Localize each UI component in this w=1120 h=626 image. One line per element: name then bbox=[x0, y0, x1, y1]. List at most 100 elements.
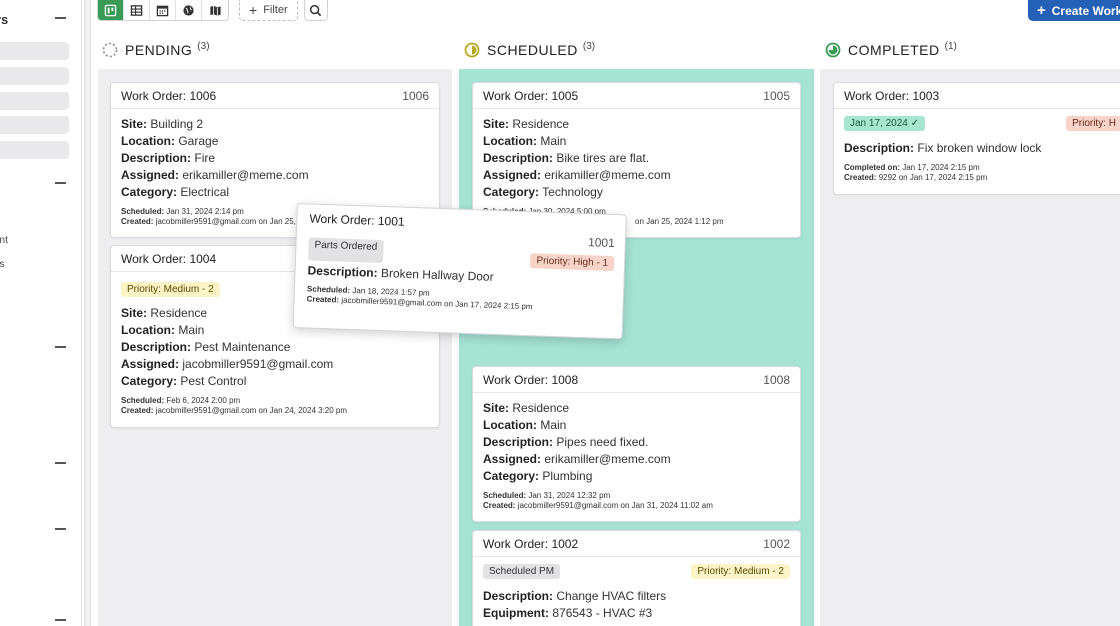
card-header: Work Order: 1003 bbox=[834, 83, 1120, 109]
priority-badge: Priority: High - 1 bbox=[530, 253, 615, 272]
description-field: Description: Fire bbox=[121, 151, 216, 165]
column-title: SCHEDULED bbox=[487, 42, 578, 58]
board-view-button[interactable] bbox=[98, 0, 124, 20]
description-field: Description: Pest Maintenance bbox=[121, 340, 291, 354]
work-order-title: Work Order: 1008 bbox=[483, 372, 579, 387]
plus-icon: + bbox=[1037, 2, 1046, 19]
created-meta: Created: jacobmiller9591@gmail.com on Ja… bbox=[483, 501, 713, 510]
site-field: Site: Residence bbox=[483, 117, 570, 131]
sidebar-filter-pill[interactable] bbox=[0, 67, 69, 85]
scheduled-meta: Scheduled: Jan 31, 2024 12:32 pm bbox=[483, 491, 611, 500]
column-count: (1) bbox=[944, 40, 957, 52]
sidebar-filter-pill[interactable] bbox=[0, 141, 69, 159]
assigned-field: Assigned: erikamiller@meme.com bbox=[121, 168, 309, 182]
create-work-order-button[interactable]: + Create Work bbox=[1028, 0, 1120, 21]
sidebar-option[interactable]: es bbox=[0, 259, 5, 270]
work-order-id: 1008 bbox=[763, 372, 790, 387]
filter-button[interactable]: + Filter bbox=[239, 0, 298, 21]
completed-meta: Completed on: Jan 17, 2024 2:15 pm bbox=[844, 163, 980, 172]
completed-date-badge: Jan 17, 2024 ✓ bbox=[844, 116, 925, 131]
work-order-id: 1002 bbox=[763, 536, 790, 551]
work-order-id: 1005 bbox=[763, 88, 790, 103]
board-view-icon bbox=[104, 4, 117, 17]
site-field: Site: Residence bbox=[483, 401, 570, 415]
description-field: Description: Change HVAC filters bbox=[483, 589, 667, 603]
priority-badge: Priority: Medium - 2 bbox=[121, 282, 220, 297]
card-header: Work Order: 1002 1002 bbox=[473, 531, 800, 557]
column-count: (3) bbox=[582, 40, 596, 52]
dragged-work-order-card[interactable]: Work Order: 1001 1001 Parts Ordered Prio… bbox=[292, 203, 627, 340]
description-field: Description: Fix broken window lock bbox=[844, 141, 1042, 155]
globe-view-button[interactable] bbox=[176, 0, 202, 20]
table-view-button[interactable] bbox=[124, 0, 150, 20]
equipment-field: Equipment: 876543 - HVAC #3 bbox=[483, 606, 653, 620]
column-title: COMPLETED bbox=[848, 42, 940, 58]
work-order-title: Work Order: 1004 bbox=[121, 251, 217, 266]
card-header: Work Order: 1006 1006 bbox=[111, 83, 439, 109]
work-order-id: 1001 bbox=[587, 235, 616, 251]
collapse-icon[interactable] bbox=[55, 528, 66, 530]
plus-icon: + bbox=[249, 2, 258, 18]
table-view-icon bbox=[130, 5, 143, 16]
work-order-title: Work Order: 1002 bbox=[483, 536, 579, 551]
created-meta: Created: jacobmiller9591@gmail.com on Ja… bbox=[121, 406, 348, 415]
completed-status-icon bbox=[825, 42, 841, 58]
site-field: Site: Building 2 bbox=[121, 117, 204, 131]
sidebar-option[interactable]: ent bbox=[0, 235, 8, 246]
category-field: Category: Pest Control bbox=[121, 374, 247, 388]
column-title: PENDING bbox=[125, 42, 193, 58]
work-order-title: Work Order: 1005 bbox=[483, 88, 579, 103]
category-field: Category: Electrical bbox=[121, 185, 230, 199]
collapse-icon[interactable] bbox=[55, 17, 66, 19]
description-field: Description: Pipes need fixed. bbox=[483, 435, 649, 449]
sidebar: rs ent es s t s bbox=[0, 0, 82, 626]
sidebar-title: rs bbox=[0, 12, 9, 27]
collapse-icon[interactable] bbox=[55, 462, 66, 464]
assigned-field: Assigned: erikamiller@meme.com bbox=[483, 452, 671, 466]
location-field: Location: Main bbox=[483, 418, 567, 432]
priority-badge: Priority: H bbox=[1066, 116, 1120, 131]
category-field: Category: Technology bbox=[483, 185, 603, 199]
location-field: Location: Garage bbox=[121, 134, 219, 148]
sidebar-resize-handle[interactable] bbox=[84, 0, 91, 626]
sidebar-filter-pill[interactable] bbox=[0, 42, 69, 60]
priority-badge: Priority: Medium - 2 bbox=[691, 564, 790, 579]
work-order-card[interactable]: Work Order: 1008 1008 Site: Residence Lo… bbox=[472, 366, 801, 522]
map-view-icon bbox=[209, 5, 221, 16]
filter-label: Filter bbox=[263, 4, 288, 16]
card-header: Work Order: 1005 1005 bbox=[473, 83, 800, 109]
assigned-field: Assigned: erikamiller@meme.com bbox=[483, 168, 671, 182]
map-view-button[interactable] bbox=[202, 0, 228, 20]
assigned-field: Assigned: jacobmiller9591@gmail.com bbox=[121, 357, 334, 371]
completed-column-header: COMPLETED (1) bbox=[825, 40, 957, 58]
create-button-label: Create Work bbox=[1051, 3, 1120, 18]
description-field: Description: Bike tires are flat. bbox=[483, 151, 650, 165]
status-badge: Scheduled PM bbox=[483, 564, 561, 579]
scheduled-meta: Scheduled: Feb 6, 2024 2:00 pm bbox=[121, 396, 241, 405]
sidebar-filter-pill[interactable] bbox=[0, 116, 69, 134]
calendar-view-button[interactable] bbox=[150, 0, 176, 20]
work-order-card[interactable]: Work Order: 1003 Jan 17, 2024 ✓ Priority… bbox=[833, 82, 1120, 195]
globe-view-icon bbox=[183, 5, 194, 16]
pending-column-header: PENDING (3) bbox=[102, 41, 210, 58]
scheduled-status-icon bbox=[464, 42, 480, 58]
location-field: Location: Main bbox=[483, 134, 567, 148]
work-order-card[interactable]: Work Order: 1002 1002 Scheduled PM Prior… bbox=[472, 530, 801, 626]
view-switcher bbox=[97, 0, 229, 21]
collapse-icon[interactable] bbox=[55, 182, 66, 184]
collapse-icon[interactable] bbox=[55, 346, 66, 348]
work-order-title: Work Order: 1006 bbox=[121, 88, 217, 103]
sidebar-filter-pill[interactable] bbox=[0, 92, 69, 110]
work-order-id: 1006 bbox=[402, 88, 429, 103]
toolbar: + Filter bbox=[97, 0, 328, 21]
scheduled-column-header: SCHEDULED (3) bbox=[464, 40, 596, 58]
card-header: Work Order: 1008 1008 bbox=[473, 367, 800, 393]
collapse-icon[interactable] bbox=[55, 619, 66, 621]
search-icon bbox=[310, 4, 322, 16]
pending-status-icon bbox=[102, 42, 118, 58]
calendar-view-icon bbox=[156, 5, 169, 17]
search-button[interactable] bbox=[303, 0, 328, 21]
status-badge: Parts Ordered bbox=[308, 237, 384, 264]
work-order-title: Work Order: 1003 bbox=[844, 88, 940, 103]
created-meta: Created: 9292 on Jan 17, 2024 2:15 pm bbox=[844, 173, 988, 182]
